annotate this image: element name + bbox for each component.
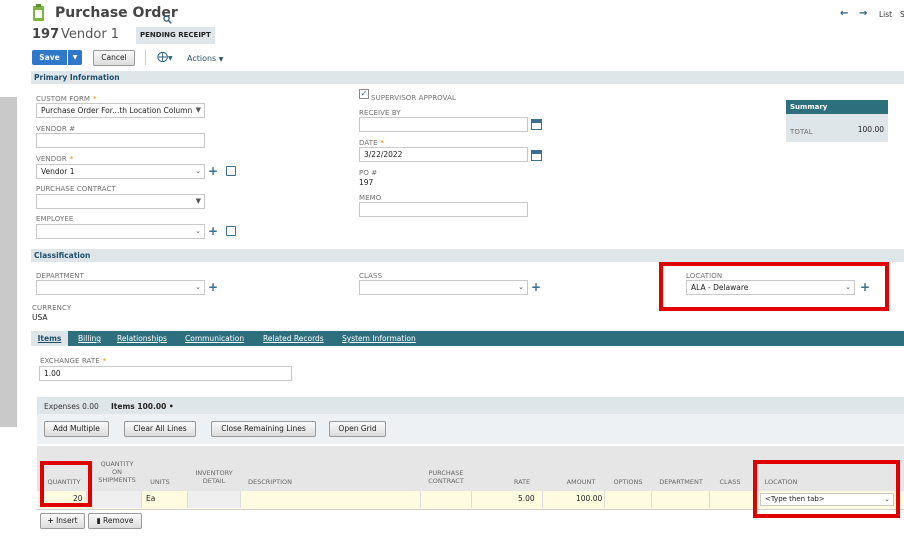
exchange-rate-label: EXCHANGE RATE * xyxy=(40,357,107,365)
tab-items[interactable]: Items xyxy=(31,331,68,346)
custom-form-label: CUSTOM FORM * xyxy=(36,95,97,103)
plus-icon: + xyxy=(47,516,54,525)
exchange-rate-input[interactable]: 1.00 xyxy=(39,366,292,381)
row-options-divider xyxy=(651,491,652,508)
left-gutter xyxy=(0,97,17,427)
tab-billing[interactable]: Billing xyxy=(78,334,101,343)
actions-menu[interactable]: Actions ▼ xyxy=(187,54,223,63)
vendor-no-label: VENDOR # xyxy=(36,125,76,133)
department-label: DEPARTMENT xyxy=(36,272,84,280)
col-rate: RATE xyxy=(513,478,531,486)
row-description-cell[interactable] xyxy=(420,491,421,508)
summary-title: Summary xyxy=(786,100,888,114)
date-input[interactable]: 3/22/2022 xyxy=(359,147,528,162)
memo-label: MEMO xyxy=(359,194,382,202)
open-grid-button[interactable]: Open Grid xyxy=(329,421,386,437)
tab-communication[interactable]: Communication xyxy=(185,334,244,343)
col-inventory-detail: INVENTORY DETAIL xyxy=(195,469,233,485)
currency-value: USA xyxy=(32,313,48,322)
tab-relationships[interactable]: Relationships xyxy=(117,334,167,343)
vendor-label: VENDOR * xyxy=(36,155,74,163)
nav-extra-link[interactable]: S xyxy=(900,10,904,19)
tab-system-information[interactable]: System Information xyxy=(342,334,416,343)
purchase-contract-select[interactable]: ▼ xyxy=(36,194,205,209)
summary-total-label: TOTAL xyxy=(790,128,813,136)
record-number: 197 xyxy=(32,27,60,42)
row-amount[interactable]: 100.00 xyxy=(576,494,602,503)
receive-by-calendar-icon[interactable] xyxy=(531,119,542,130)
currency-label: CURRENCY xyxy=(32,304,72,312)
employee-select[interactable]: ⌄ xyxy=(36,224,205,239)
status-badge: PENDING RECEIPT xyxy=(136,27,215,44)
tab-related-records[interactable]: Related Records xyxy=(263,334,324,343)
col-options: OPTIONS xyxy=(613,478,643,486)
open-employee-icon[interactable] xyxy=(226,226,236,236)
vendor-no-input[interactable] xyxy=(36,133,205,148)
add-class-icon[interactable]: + xyxy=(531,281,541,293)
row-qty-shipments-cell xyxy=(87,491,142,508)
class-select[interactable]: ⌄ xyxy=(359,280,528,295)
trash-icon: ▮ xyxy=(96,516,101,525)
page-title: Purchase Order xyxy=(55,5,178,21)
classification-header: Classification xyxy=(31,249,904,262)
location-highlight-box xyxy=(659,262,889,311)
memo-input[interactable] xyxy=(359,202,528,217)
record-icon xyxy=(33,4,44,21)
row-rate[interactable]: 5.00 xyxy=(518,494,535,503)
subtab-expenses[interactable]: Expenses 0.00 xyxy=(44,402,99,411)
clear-all-lines-button[interactable]: Clear All Lines xyxy=(124,421,196,437)
add-multiple-button[interactable]: Add Multiple xyxy=(44,421,109,437)
primary-info-header: Primary Information xyxy=(31,71,904,84)
nav-list-link[interactable]: List xyxy=(879,10,892,19)
custom-form-select[interactable]: Purchase Order For...th Location Column ▼ xyxy=(36,103,205,118)
add-new-icon[interactable]: ⨁▼ xyxy=(157,50,173,63)
employee-label: EMPLOYEE xyxy=(36,215,74,223)
col-description: DESCRIPTION xyxy=(248,478,292,486)
po-value: 197 xyxy=(359,178,374,187)
summary-box: Summary TOTAL 100.00 xyxy=(786,100,888,142)
add-employee-icon[interactable]: + xyxy=(208,225,218,237)
add-department-icon[interactable]: + xyxy=(208,281,218,293)
receive-by-label: RECEIVE BY xyxy=(359,109,401,117)
receive-by-input[interactable] xyxy=(359,117,528,132)
date-label: DATE * xyxy=(359,139,385,147)
col-units: UNITS xyxy=(150,478,170,486)
line-location-highlight-box xyxy=(753,460,900,518)
department-select[interactable]: ⌄ xyxy=(36,280,205,295)
vendor-select[interactable]: Vendor 1 ⌄ xyxy=(36,164,205,179)
row-department-divider xyxy=(709,491,710,508)
cancel-button[interactable]: Cancel xyxy=(93,50,135,66)
row-contract-cell[interactable] xyxy=(471,491,472,508)
forward-arrow-icon[interactable]: → xyxy=(859,8,867,19)
purchase-contract-label: PURCHASE CONTRACT xyxy=(36,185,116,193)
supervisor-approval-checkbox[interactable]: ✓ xyxy=(359,89,369,99)
divider xyxy=(145,50,146,65)
save-button[interactable]: Save xyxy=(32,50,67,65)
record-vendor: Vendor 1 xyxy=(61,27,120,42)
row-rate-divider xyxy=(542,491,543,508)
back-arrow-icon[interactable]: ← xyxy=(840,8,848,19)
add-vendor-icon[interactable]: + xyxy=(208,165,218,177)
col-purchase-contract: PURCHASE CONTRACT xyxy=(428,469,464,485)
col-class: CLASS xyxy=(719,478,741,486)
col-amount: AMOUNT xyxy=(566,478,596,486)
col-department: DEPARTMENT xyxy=(659,478,703,486)
summary-total-value: 100.00 xyxy=(857,125,884,134)
row-units[interactable]: Ea xyxy=(146,494,155,503)
po-label: PO # xyxy=(359,169,378,177)
quantity-highlight-box xyxy=(40,461,92,507)
close-remaining-lines-button[interactable]: Close Remaining Lines xyxy=(211,421,316,437)
row-amount-divider xyxy=(604,491,605,508)
subtab-items[interactable]: Items 100.00 • xyxy=(111,402,174,411)
insert-button[interactable]: + Insert xyxy=(40,513,85,529)
date-calendar-icon[interactable] xyxy=(531,150,542,161)
search-icon[interactable] xyxy=(163,9,172,24)
class-label: CLASS xyxy=(359,272,383,280)
row-inventory-cell[interactable] xyxy=(187,491,241,508)
save-menu-button[interactable]: ▼ xyxy=(68,50,82,65)
remove-button[interactable]: ▮ Remove xyxy=(88,513,142,529)
supervisor-approval-label: SUPERVISOR APPROVAL xyxy=(371,94,456,102)
open-vendor-icon[interactable] xyxy=(226,166,236,176)
col-qty-on-shipments: QUANTITY ON SHIPMENTS xyxy=(98,460,136,484)
